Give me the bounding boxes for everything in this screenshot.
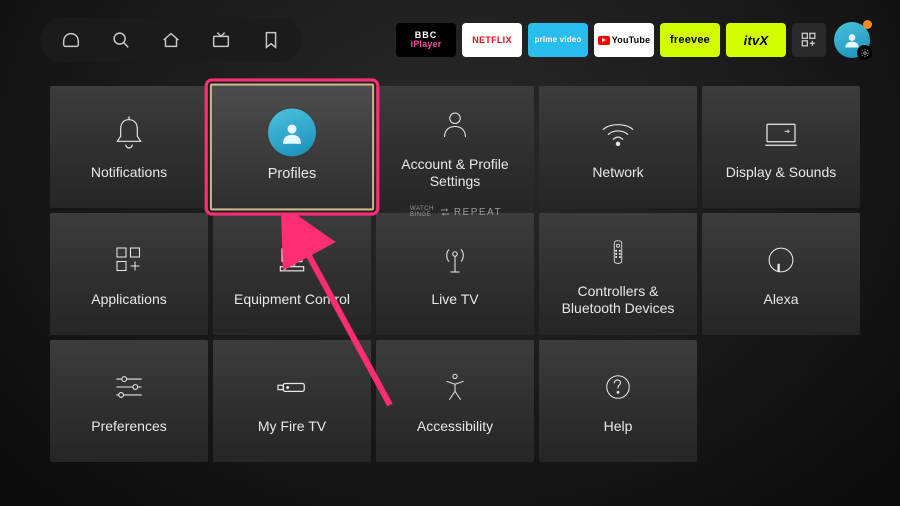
equipment-icon	[272, 239, 312, 281]
tile-account[interactable]: Account & Profile Settings	[376, 86, 534, 208]
tile-label: Network	[592, 164, 643, 182]
alexa-icon	[762, 239, 800, 281]
tile-label: Controllers & Bluetooth Devices	[547, 283, 689, 318]
app-label: iPlayer	[411, 40, 442, 49]
bookmark-icon[interactable]	[260, 29, 282, 51]
firetv-stick-icon	[271, 366, 313, 408]
accessibility-icon	[438, 366, 472, 408]
watermark: WATCHBINGE REPEAT	[410, 206, 502, 218]
tile-profiles[interactable]: Profiles	[210, 84, 374, 211]
settings-grid: Notifications Profiles Account & Profile…	[50, 86, 850, 462]
app-tiles: BBCiPlayer NETFLIX prime video YouTube f…	[396, 23, 786, 57]
tile-label: My Fire TV	[258, 418, 326, 436]
help-icon	[600, 366, 636, 408]
tile-label: Help	[604, 418, 633, 436]
tv-icon[interactable]	[210, 29, 232, 51]
search-icon[interactable]	[110, 29, 132, 51]
tile-label: Live TV	[431, 291, 478, 309]
youtube-play-icon	[598, 36, 610, 45]
top-bar: BBCiPlayer NETFLIX prime video YouTube f…	[40, 18, 870, 62]
tile-livetv[interactable]: Live TV	[376, 213, 534, 335]
tile-label: Equipment Control	[234, 291, 350, 309]
home-icon[interactable]	[60, 29, 82, 51]
person-icon	[437, 104, 473, 146]
wifi-icon	[598, 112, 638, 154]
app-label: YouTube	[612, 36, 651, 45]
tile-label: Notifications	[91, 164, 167, 182]
tile-label: Applications	[91, 291, 167, 309]
tile-label: Preferences	[91, 418, 166, 436]
watermark-brand: BINGE	[410, 212, 434, 218]
app-tile-prime[interactable]: prime video	[528, 23, 588, 57]
profile-avatar-icon	[268, 111, 316, 155]
watermark-text: REPEAT	[454, 207, 502, 218]
repeat-icon	[440, 207, 450, 217]
app-tile-youtube[interactable]: YouTube	[594, 23, 654, 57]
app-tile-itvx[interactable]: itvX	[726, 23, 786, 57]
apps-icon	[111, 239, 147, 281]
tile-label: Alexa	[763, 291, 798, 309]
antenna-icon	[437, 239, 473, 281]
display-icon	[760, 112, 802, 154]
remote-icon	[603, 231, 633, 273]
notification-dot-icon	[863, 20, 872, 29]
tile-label: Profiles	[268, 165, 317, 183]
tile-alexa[interactable]: Alexa	[702, 213, 860, 335]
tile-label: Account & Profile Settings	[384, 156, 526, 191]
apps-grid-button[interactable]	[792, 23, 826, 57]
app-label: freevee	[670, 35, 710, 46]
tile-accessibility[interactable]: Accessibility	[376, 340, 534, 462]
tile-label: Accessibility	[417, 418, 493, 436]
tile-controllers[interactable]: Controllers & Bluetooth Devices	[539, 213, 697, 335]
sliders-icon	[110, 366, 148, 408]
app-label: prime video	[534, 36, 581, 44]
tile-label: Display & Sounds	[726, 164, 837, 182]
tile-applications[interactable]: Applications	[50, 213, 208, 335]
tile-preferences[interactable]: Preferences	[50, 340, 208, 462]
app-label: NETFLIX	[472, 36, 512, 45]
app-tile-freevee[interactable]: freevee	[660, 23, 720, 57]
tile-notifications[interactable]: Notifications	[50, 86, 208, 208]
bell-icon	[109, 112, 149, 154]
tile-display[interactable]: Display & Sounds	[702, 86, 860, 208]
nav-pill	[40, 18, 302, 62]
house-icon[interactable]	[160, 29, 182, 51]
profile-avatar-button[interactable]	[834, 22, 870, 58]
app-tile-iplayer[interactable]: BBCiPlayer	[396, 23, 456, 57]
tile-help[interactable]: Help	[539, 340, 697, 462]
app-label: itvX	[744, 34, 769, 47]
gear-icon	[857, 45, 872, 60]
tile-myfiretv[interactable]: My Fire TV	[213, 340, 371, 462]
tile-network[interactable]: Network	[539, 86, 697, 208]
app-tile-netflix[interactable]: NETFLIX	[462, 23, 522, 57]
tile-equipment[interactable]: Equipment Control	[213, 213, 371, 335]
